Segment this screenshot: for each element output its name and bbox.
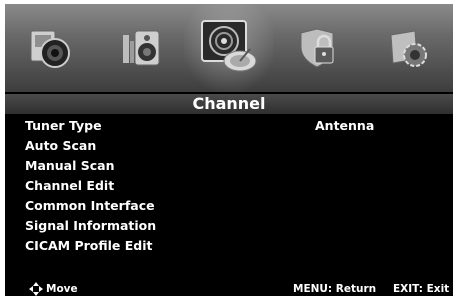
menu-item-tuner-type[interactable]: Tuner Type Antenna bbox=[5, 116, 453, 136]
move-label: Move bbox=[46, 283, 78, 295]
menu-item-manual-scan[interactable]: Manual Scan bbox=[5, 156, 453, 176]
menu-item-label: Tuner Type bbox=[25, 118, 102, 133]
menu-item-signal-information[interactable]: Signal Information bbox=[5, 216, 453, 236]
menu-title: Channel bbox=[5, 94, 453, 114]
lock-tab[interactable] bbox=[273, 4, 363, 92]
picture-tab[interactable] bbox=[5, 4, 95, 92]
footer-hints: Move MENU: Return EXIT: Exit bbox=[5, 282, 453, 296]
menu-item-label: Channel Edit bbox=[25, 178, 115, 193]
lock-icon bbox=[300, 28, 334, 68]
menu-item-label: Signal Information bbox=[25, 218, 157, 233]
menu-item-label: Auto Scan bbox=[25, 138, 97, 153]
channel-icon bbox=[201, 20, 257, 72]
sound-icon bbox=[123, 30, 160, 66]
menu-item-auto-scan[interactable]: Auto Scan bbox=[5, 136, 453, 156]
menu-item-cicam-profile-edit[interactable]: CICAM Profile Edit bbox=[5, 236, 453, 256]
setup-tab[interactable] bbox=[363, 4, 453, 92]
menu-item-label: Manual Scan bbox=[25, 158, 115, 173]
menu-item-common-interface[interactable]: Common Interface bbox=[5, 196, 453, 216]
setup-icon bbox=[390, 30, 427, 67]
return-hint: MENU: Return bbox=[293, 283, 377, 295]
sound-tab[interactable] bbox=[95, 4, 185, 92]
channel-menu-list: Tuner Type Antenna Auto Scan Manual Scan… bbox=[5, 116, 453, 256]
exit-hint: EXIT: Exit bbox=[393, 283, 450, 295]
menu-item-label: CICAM Profile Edit bbox=[25, 238, 153, 253]
menu-item-label: Common Interface bbox=[25, 198, 155, 213]
tuner-type-value: Antenna bbox=[315, 118, 375, 133]
tv-osd-menu: Channel Tuner Type Antenna Auto Scan Man… bbox=[5, 4, 453, 296]
picture-icon bbox=[30, 30, 70, 68]
directional-arrows-icon bbox=[29, 282, 43, 296]
channel-tab[interactable] bbox=[184, 4, 274, 92]
menu-icon-bar bbox=[5, 4, 453, 92]
menu-item-channel-edit[interactable]: Channel Edit bbox=[5, 176, 453, 196]
move-hint: Move bbox=[29, 282, 78, 296]
